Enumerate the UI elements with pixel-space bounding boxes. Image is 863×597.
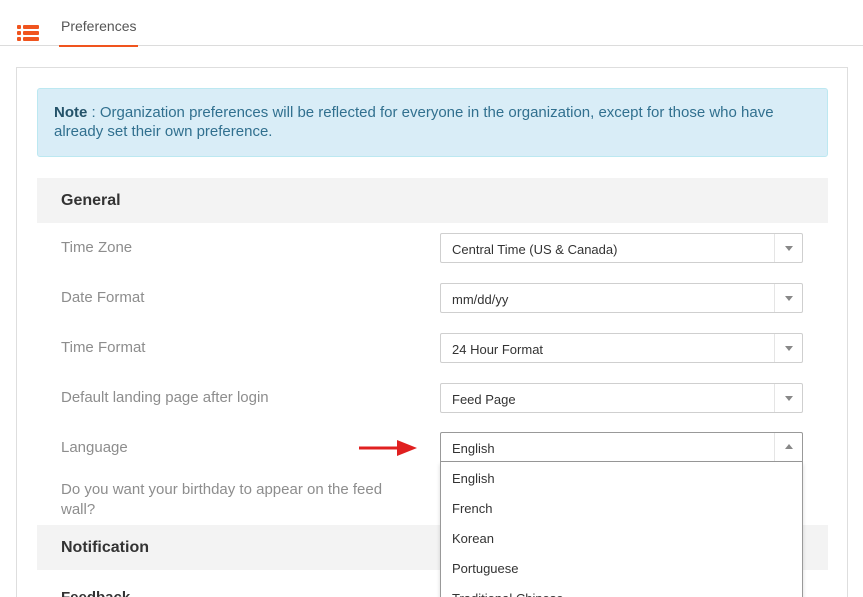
- caret-down-icon: [785, 346, 793, 351]
- language-option-traditional-chinese[interactable]: Traditional Chinese: [441, 582, 802, 597]
- caret-down-icon: [785, 246, 793, 251]
- time-format-select[interactable]: 24 Hour Format: [440, 333, 803, 363]
- language-option-portuguese[interactable]: Portuguese: [441, 552, 802, 582]
- time-format-value: 24 Hour Format: [452, 342, 544, 357]
- list-menu-icon[interactable]: [17, 25, 39, 41]
- language-option-english[interactable]: English: [441, 462, 802, 492]
- red-arrow-icon: [359, 440, 417, 456]
- general-section-title: General: [61, 192, 121, 209]
- caret-down-icon: [785, 396, 793, 401]
- timezone-value: Central Time (US & Canada): [452, 242, 618, 257]
- active-tab-indicator: [59, 45, 139, 47]
- birthday-label: Do you want your birthday to appear on t…: [61, 481, 383, 518]
- preferences-panel: Note : Organization preferences will be …: [16, 67, 848, 597]
- tab-preferences[interactable]: Preferences: [59, 18, 139, 47]
- language-options-list: English French Korean Portuguese Traditi…: [440, 462, 803, 597]
- feedback-label: Feedback: [61, 588, 130, 597]
- timezone-dropdown-toggle[interactable]: [774, 234, 802, 262]
- landing-page-value: Feed Page: [452, 392, 516, 407]
- note-text: : Organization preferences will be refle…: [54, 104, 774, 140]
- caret-up-icon: [785, 444, 793, 449]
- landing-page-dropdown-toggle[interactable]: [774, 384, 802, 412]
- date-format-dropdown-toggle[interactable]: [774, 284, 802, 312]
- note-alert: Note : Organization preferences will be …: [37, 88, 828, 157]
- date-format-value: mm/dd/yy: [452, 292, 509, 307]
- language-label: Language: [61, 439, 128, 456]
- language-value: English: [452, 441, 495, 456]
- date-format-label: Date Format: [61, 289, 145, 306]
- language-option-french[interactable]: French: [441, 492, 802, 522]
- time-format-dropdown-toggle[interactable]: [774, 334, 802, 362]
- language-dropdown-toggle[interactable]: [774, 433, 802, 461]
- tab-preferences-label: Preferences: [61, 18, 137, 34]
- top-bar: Preferences: [0, 0, 863, 47]
- caret-down-icon: [785, 296, 793, 301]
- landing-page-select[interactable]: Feed Page: [440, 383, 803, 413]
- note-prefix: Note: [54, 104, 88, 121]
- notification-section-title: Notification: [61, 539, 149, 556]
- landing-page-label: Default landing page after login: [61, 389, 269, 406]
- general-section-header: General: [37, 178, 828, 223]
- timezone-select[interactable]: Central Time (US & Canada): [440, 233, 803, 263]
- language-option-korean[interactable]: Korean: [441, 522, 802, 552]
- timezone-label: Time Zone: [61, 239, 133, 256]
- time-format-label: Time Format: [61, 339, 146, 356]
- date-format-select[interactable]: mm/dd/yy: [440, 283, 803, 313]
- language-select[interactable]: English: [440, 432, 803, 462]
